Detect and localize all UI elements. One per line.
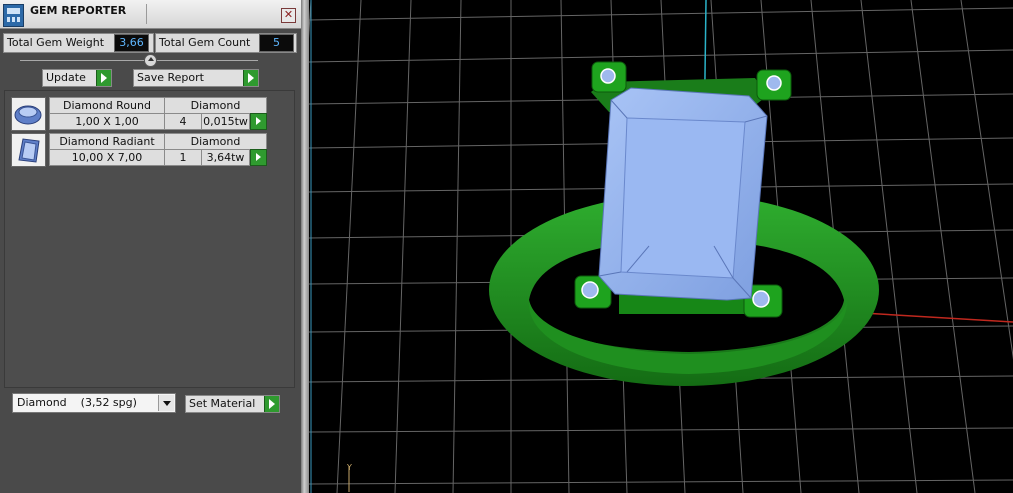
total-gem-weight-value: 3,66	[114, 34, 149, 52]
panel-splitter[interactable]	[301, 0, 309, 493]
prong-tr	[756, 69, 792, 101]
play-arrow-icon	[264, 396, 279, 412]
gem-weight-cell: 0,015tw	[201, 113, 250, 130]
save-report-button-label: Save Report	[137, 71, 204, 84]
update-button-label: Update	[46, 71, 86, 84]
chevron-down-icon[interactable]	[158, 395, 174, 411]
gem-row-go-button[interactable]	[250, 113, 267, 130]
material-select-value: Diamond (3,52 spg)	[17, 396, 137, 409]
radiant-gem-model	[598, 87, 768, 301]
update-button[interactable]: Update	[42, 69, 112, 87]
set-material-button-label: Set Material	[189, 397, 256, 410]
gem-count-cell: 4	[164, 113, 202, 130]
collapse-toggle-icon[interactable]	[144, 54, 157, 67]
viewport-canvas[interactable]: Y	[309, 0, 1013, 493]
gem-count-cell: 1	[164, 149, 202, 166]
splitter-line	[20, 60, 258, 61]
play-arrow-icon	[96, 70, 111, 86]
total-gem-count-value: 5	[259, 34, 294, 52]
gem-type-cell: Diamond	[164, 133, 267, 150]
title-separator	[146, 4, 147, 24]
title-bar[interactable]: GEM REPORTER ✕	[0, 0, 301, 29]
gem-list: Diamond Round Diamond 1,00 X 1,00 4 0,01…	[4, 90, 295, 388]
round-gem-icon	[11, 97, 46, 131]
window-title: GEM REPORTER	[30, 4, 127, 17]
play-arrow-icon	[243, 70, 258, 86]
svg-text:Y: Y	[346, 463, 352, 472]
gem-weight-cell: 3,64tw	[201, 149, 250, 166]
total-gem-weight-label: Total Gem Weight	[7, 36, 105, 49]
prong-tl	[591, 61, 627, 93]
total-gem-count-label: Total Gem Count	[159, 36, 251, 49]
3d-viewport[interactable]: Y	[309, 0, 1013, 493]
gem-shape-cell: Diamond Radiant	[49, 133, 165, 150]
axis-gizmo-icon: Y	[346, 463, 352, 492]
gem-size-cell: 10,00 X 7,00	[49, 149, 165, 166]
app-icon	[3, 4, 24, 27]
gem-row-go-button[interactable]	[250, 149, 267, 166]
gem-reporter-panel: GEM REPORTER ✕ Total Gem Weight 3,66 Tot…	[0, 0, 301, 493]
ring-model	[489, 61, 879, 386]
save-report-button[interactable]: Save Report	[133, 69, 259, 87]
radiant-gem-icon	[11, 133, 46, 167]
gem-type-cell: Diamond	[164, 97, 267, 114]
gem-shape-cell: Diamond Round	[49, 97, 165, 114]
gem-size-cell: 1,00 X 1,00	[49, 113, 165, 130]
close-icon[interactable]: ✕	[281, 8, 296, 23]
material-select[interactable]: Diamond (3,52 spg)	[12, 393, 176, 413]
set-material-button[interactable]: Set Material	[185, 395, 280, 413]
